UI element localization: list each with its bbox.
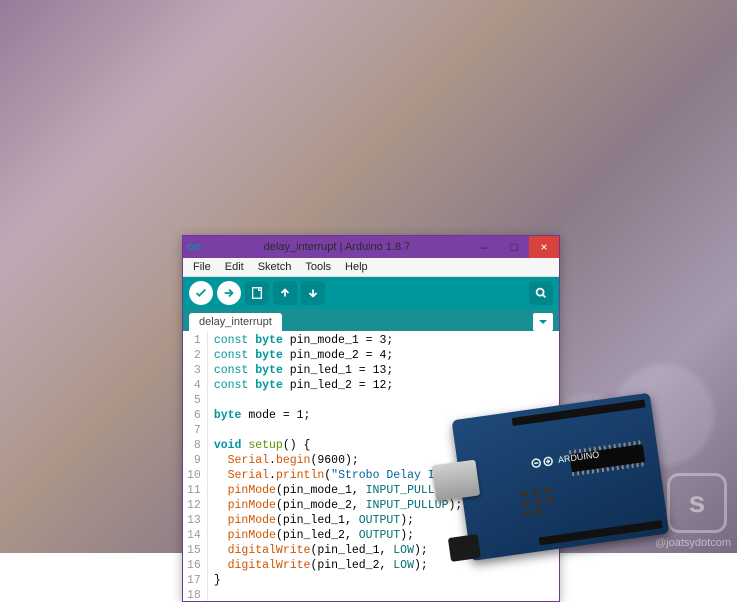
code-line[interactable]: } (214, 573, 553, 588)
menu-help[interactable]: Help (339, 259, 374, 275)
line-number: 6 (187, 408, 201, 423)
line-number: 5 (187, 393, 201, 408)
arduino-board-overlay: ARDUINO (421, 385, 670, 566)
upload-button[interactable] (217, 281, 241, 305)
window-title: delay_interrupt | Arduino 1.8.7 (205, 241, 469, 253)
tab-dropdown-button[interactable] (533, 313, 553, 331)
line-number: 18 (187, 588, 201, 601)
line-number: 16 (187, 558, 201, 573)
minimize-button[interactable]: – (469, 236, 499, 258)
line-number-gutter: 123456789101112131415161718 (183, 331, 208, 601)
serial-monitor-button[interactable] (529, 281, 553, 305)
line-number: 14 (187, 528, 201, 543)
maximize-button[interactable]: □ (499, 236, 529, 258)
line-number: 10 (187, 468, 201, 483)
titlebar[interactable]: delay_interrupt | Arduino 1.8.7 – □ × (183, 236, 559, 258)
menu-file[interactable]: File (187, 259, 217, 275)
line-number: 15 (187, 543, 201, 558)
line-number: 13 (187, 513, 201, 528)
menubar: File Edit Sketch Tools Help (183, 258, 559, 277)
code-line[interactable]: const byte pin_led_1 = 13; (214, 363, 553, 378)
menu-tools[interactable]: Tools (299, 259, 337, 275)
watermark-text: @joatsydotcom (655, 537, 731, 549)
code-line[interactable] (214, 588, 553, 601)
code-line[interactable]: const byte pin_mode_1 = 3; (214, 333, 553, 348)
menu-sketch[interactable]: Sketch (252, 259, 298, 275)
line-number: 17 (187, 573, 201, 588)
open-sketch-button[interactable] (273, 281, 297, 305)
arduino-logo-icon (183, 240, 205, 254)
line-number: 11 (187, 483, 201, 498)
line-number: 2 (187, 348, 201, 363)
menu-edit[interactable]: Edit (219, 259, 250, 275)
line-number: 12 (187, 498, 201, 513)
verify-button[interactable] (189, 281, 213, 305)
close-button[interactable]: × (529, 236, 559, 258)
code-line[interactable]: const byte pin_mode_2 = 4; (214, 348, 553, 363)
line-number: 1 (187, 333, 201, 348)
watermark-logo: s (667, 473, 727, 533)
line-number: 7 (187, 423, 201, 438)
line-number: 3 (187, 363, 201, 378)
toolbar (183, 277, 559, 309)
new-sketch-button[interactable] (245, 281, 269, 305)
line-number: 4 (187, 378, 201, 393)
save-sketch-button[interactable] (301, 281, 325, 305)
line-number: 9 (187, 453, 201, 468)
code-line[interactable]: const byte pin_led_2 = 12; (214, 378, 553, 393)
tab-delay-interrupt[interactable]: delay_interrupt (189, 313, 282, 331)
line-number: 8 (187, 438, 201, 453)
tabstrip: delay_interrupt (183, 309, 559, 331)
code-line[interactable]: digitalWrite(pin_led_2, LOW); (214, 558, 553, 573)
